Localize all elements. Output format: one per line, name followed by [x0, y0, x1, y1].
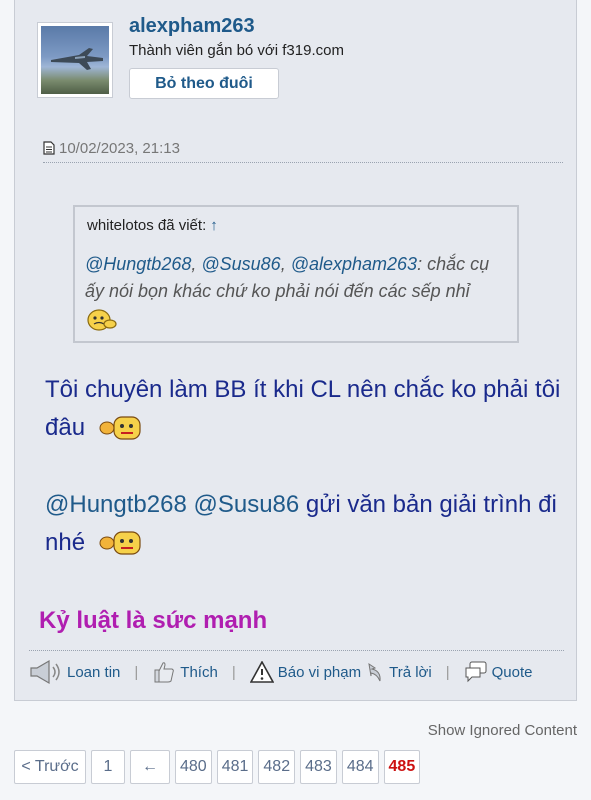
quote-header: whitelotos đã viết: ↑: [87, 217, 218, 234]
mention-link[interactable]: @Hungtb268: [45, 491, 187, 518]
pagination: < Trước 1 ← 480 481 482 483 484 485: [14, 750, 421, 784]
quote-separator: ,: [191, 254, 202, 274]
unfollow-button[interactable]: Bỏ theo đuôi: [129, 68, 279, 99]
page-link[interactable]: 481: [216, 750, 254, 784]
page-link[interactable]: 483: [300, 750, 337, 784]
report-action[interactable]: Báo vi phạm: [249, 661, 362, 683]
jet-icon: [51, 48, 103, 70]
avatar[interactable]: [37, 22, 113, 98]
jump-to-quote-icon[interactable]: ↑: [210, 217, 218, 234]
document-icon: [43, 141, 55, 155]
quote-text: @Hungtb268, @Susu86, @alexpham263: chắc …: [85, 251, 495, 305]
mention-link[interactable]: @Susu86: [201, 254, 280, 274]
username-link[interactable]: alexpham263: [129, 15, 255, 38]
thumbs-up-icon: [154, 662, 175, 683]
like-action[interactable]: Thích: [152, 660, 218, 684]
page-link-first[interactable]: 1: [91, 750, 125, 784]
page-link[interactable]: 484: [341, 750, 379, 784]
page-link[interactable]: 482: [258, 750, 296, 784]
current-page: 485: [383, 750, 421, 784]
mention-link[interactable]: @alexpham263: [291, 254, 417, 274]
reply-arrow-icon: [368, 662, 381, 682]
sweat-smiley-icon: [99, 416, 141, 440]
reply-action[interactable]: Trả lời: [367, 662, 432, 682]
message-paragraph-2: @Hungtb268 @Susu86 gửi văn bản giải trìn…: [45, 486, 565, 562]
post-actions-bar: Loan tin | Thích | Báo vi phạm Trả lời |: [29, 650, 564, 693]
post-container: alexpham263 Thành viên gắn bó với f319.c…: [14, 0, 577, 701]
share-action[interactable]: Loan tin: [29, 659, 120, 685]
thinking-smiley-icon: [87, 309, 117, 331]
avatar-image: [41, 26, 109, 94]
share-label: Loan tin: [67, 663, 121, 681]
user-title: Thành viên gắn bó với f319.com: [129, 42, 344, 59]
report-label: Báo vi phạm: [277, 663, 362, 681]
reply-label: Trả lời: [389, 663, 432, 681]
page-link[interactable]: 480: [175, 750, 212, 784]
mention-link[interactable]: @Susu86: [193, 491, 299, 518]
post-date[interactable]: 10/02/2023, 21:13: [59, 140, 180, 157]
quote-label: Quote: [491, 663, 533, 681]
message-paragraph-1: Tôi chuyên làm BB ít khi CL nên chắc ko …: [45, 371, 565, 447]
post-date-row: 10/02/2023, 21:13: [43, 134, 563, 163]
quote-action[interactable]: Quote: [464, 661, 533, 683]
megaphone-icon: [30, 659, 60, 685]
mention-link[interactable]: @Hungtb268: [85, 254, 191, 274]
quote-block: whitelotos đã viết: ↑ @Hungtb268, @Susu86…: [73, 205, 519, 343]
signature: Kỷ luật là sức mạnh: [39, 607, 268, 634]
like-label: Thích: [180, 663, 218, 681]
separator: |: [231, 663, 236, 681]
prev-page-button[interactable]: < Trước: [14, 750, 86, 784]
page-skip-button[interactable]: ←: [130, 750, 170, 784]
separator: |: [445, 663, 450, 681]
quote-author: whitelotos đã viết:: [87, 217, 207, 234]
sweat-smiley-icon: [99, 531, 141, 555]
warning-icon: [249, 661, 274, 683]
show-ignored-content-link[interactable]: Show Ignored Content: [428, 722, 577, 739]
separator: |: [134, 663, 139, 681]
quote-separator: ,: [280, 254, 291, 274]
speech-bubble-icon: [465, 661, 487, 683]
